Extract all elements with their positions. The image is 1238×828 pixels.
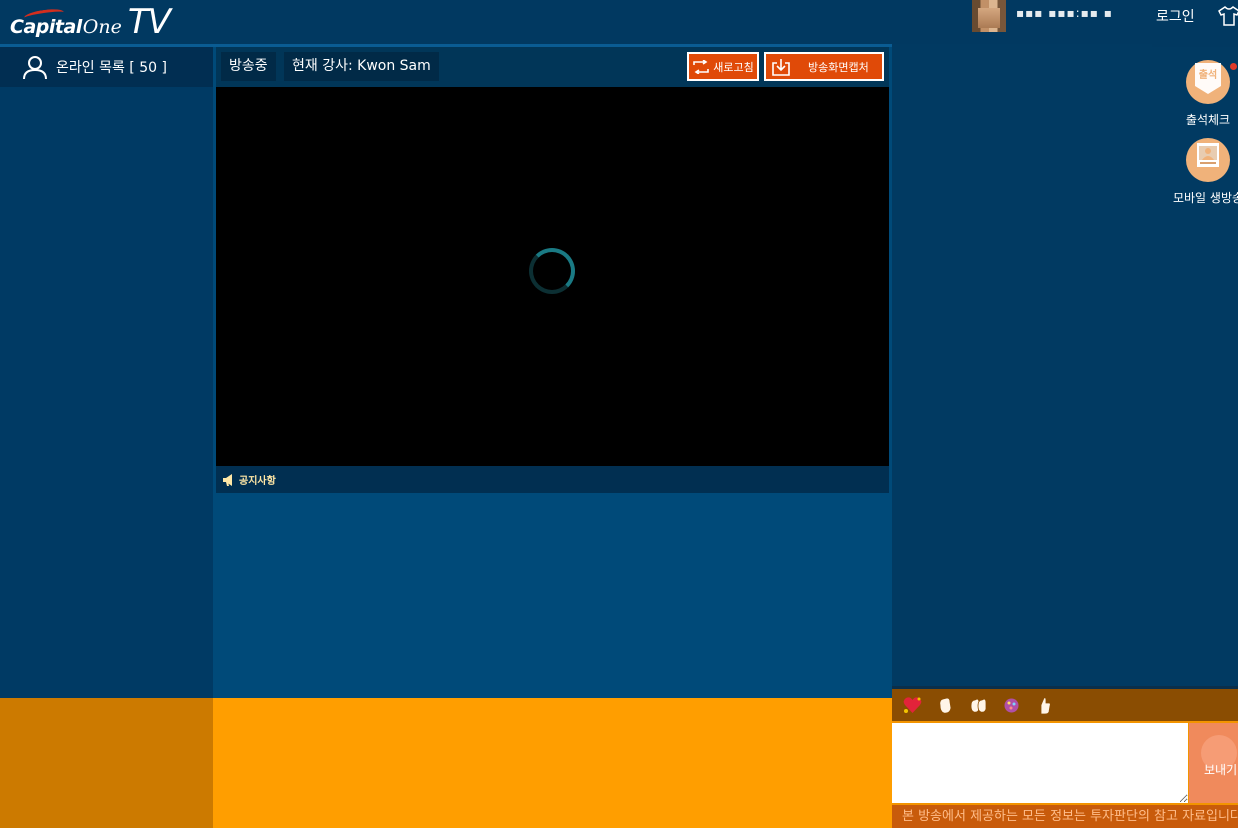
megaphone-icon (223, 473, 232, 486)
capture-button[interactable]: 방송화면캡처 (764, 52, 884, 81)
capital-one-tv-logo[interactable]: Capital One TV (10, 2, 171, 42)
refresh-button[interactable]: 새로고침 (687, 52, 759, 81)
shirt-icon[interactable] (1218, 6, 1238, 26)
bottom-left-band (0, 698, 213, 828)
chat-input[interactable] (892, 723, 1188, 803)
login-link[interactable]: 로그인 (1156, 6, 1195, 26)
online-list-header[interactable]: 온라인 목록 [ 50 ] (0, 47, 213, 87)
username: ▪▪▪ ▪▪▪:▪▪ ▪ (1016, 6, 1113, 20)
clap-hand-icon[interactable] (935, 695, 956, 716)
thumbs-up-icon[interactable] (1034, 695, 1055, 716)
chat-input-area: 보내기 (892, 721, 1238, 805)
video-player[interactable] (216, 87, 889, 466)
broadcast-status: 방송중 (221, 52, 276, 81)
notice-bar[interactable]: 공지사항 (216, 466, 889, 493)
firework-icon[interactable] (1001, 695, 1022, 716)
current-teacher: 현재 강사: Kwon Sam (284, 52, 439, 81)
notification-dot (1230, 63, 1237, 70)
broadcast-area: 방송중 현재 강사: Kwon Sam 새로고침 방송화면캡처 공지사항 (213, 47, 892, 698)
mobile-live-icon (1186, 138, 1230, 182)
send-label: 보내기 (1204, 763, 1238, 777)
video-header: 방송중 현재 강사: Kwon Sam 새로고침 방송화면캡처 (216, 47, 889, 87)
mobile-live-label: 모바일 생방송 (1172, 191, 1238, 205)
loading-spinner-icon (529, 248, 575, 294)
logo-tv: TV (127, 2, 171, 42)
refresh-label: 새로고침 (713, 60, 754, 74)
wave-hands-icon[interactable] (968, 695, 989, 716)
attendance-icon: 출석 (1186, 60, 1230, 104)
disclaimer-ticker: 본 방송에서 제공하는 모든 정보는 투자판단의 참고 자료입니다 (892, 805, 1238, 828)
logo-one: One (82, 16, 122, 38)
send-button[interactable]: 보내기 (1189, 723, 1238, 803)
right-panel-topline (1152, 44, 1238, 47)
emoji-bar (892, 689, 1238, 721)
notice-label: 공지사항 (239, 476, 276, 487)
mobile-live-button[interactable]: 모바일 생방송 (1168, 138, 1238, 206)
online-users-panel: 온라인 목록 [ 50 ] (0, 47, 213, 698)
download-icon (772, 58, 790, 76)
presentation-icon (1197, 143, 1219, 167)
bottom-center-band (213, 698, 892, 828)
attendance-badge-icon: 출석 (1195, 63, 1221, 94)
user-avatar[interactable] (972, 0, 1006, 32)
user-icon (23, 56, 47, 80)
capture-label: 방송화면캡처 (808, 60, 869, 74)
attendance-label: 출석체크 (1185, 113, 1231, 127)
heart-icon[interactable] (902, 695, 923, 716)
attendance-check-button[interactable]: 출석 출석체크 (1168, 60, 1238, 128)
attendance-badge-text: 출석 (1199, 68, 1217, 81)
refresh-icon (693, 59, 710, 74)
online-list-label: 온라인 목록 [ 50 ] (56, 60, 167, 76)
